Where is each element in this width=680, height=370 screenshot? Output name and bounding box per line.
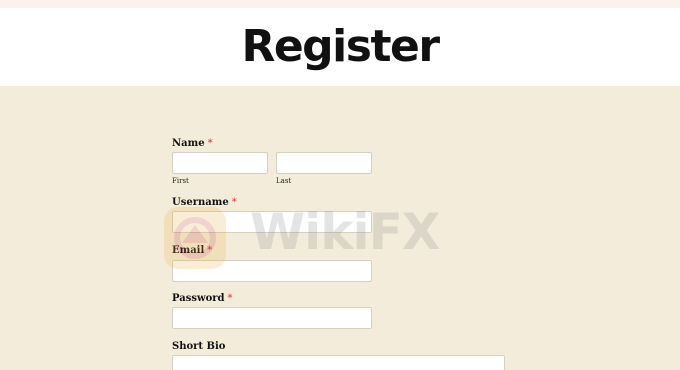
last-sublabel: Last bbox=[276, 177, 292, 185]
page-title: Register bbox=[241, 21, 440, 72]
required-mark: * bbox=[207, 138, 213, 149]
short-bio-label: Short Bio bbox=[172, 341, 225, 353]
username-label-text: Username bbox=[172, 197, 229, 208]
username-input[interactable] bbox=[172, 211, 372, 233]
required-mark: * bbox=[227, 293, 233, 304]
short-bio-textarea[interactable] bbox=[172, 355, 505, 370]
name-label-text: Name bbox=[172, 138, 205, 149]
required-mark: * bbox=[207, 245, 213, 256]
email-input[interactable] bbox=[172, 260, 372, 282]
required-mark: * bbox=[231, 197, 237, 208]
top-strip bbox=[0, 0, 680, 8]
first-sublabel: First bbox=[172, 177, 189, 185]
password-label: Password * bbox=[172, 293, 233, 305]
username-label: Username * bbox=[172, 197, 237, 209]
email-label: Email * bbox=[172, 245, 212, 257]
name-label: Name * bbox=[172, 138, 213, 150]
last-name-input[interactable] bbox=[276, 152, 372, 174]
password-label-text: Password bbox=[172, 293, 225, 304]
first-name-input[interactable] bbox=[172, 152, 268, 174]
short-bio-label-text: Short Bio bbox=[172, 341, 226, 352]
password-input[interactable] bbox=[172, 307, 372, 329]
email-label-text: Email bbox=[172, 245, 205, 256]
